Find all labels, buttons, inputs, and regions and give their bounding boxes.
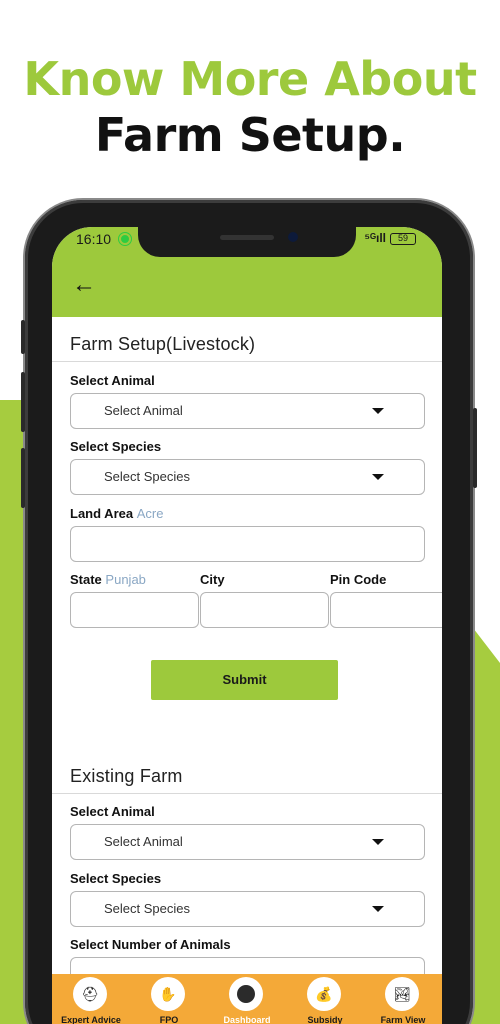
- nav-fpo[interactable]: ✋ FPO: [130, 974, 208, 1024]
- select-animal-label: Select Animal: [70, 373, 155, 388]
- farm-setup-title: Farm Setup(Livestock): [70, 334, 256, 354]
- phone-volume-up: [21, 372, 25, 432]
- speaker-grille: [220, 235, 274, 240]
- phone-volume-down: [21, 448, 25, 508]
- land-area-hint: Acre: [136, 506, 164, 521]
- pin-code-label: Pin Code: [330, 572, 387, 587]
- nav-label: Subsidy: [307, 1015, 343, 1024]
- select-species-label: Select Species: [70, 439, 162, 454]
- nav-dashboard[interactable]: Dashboard: [208, 974, 286, 1024]
- nav-farm-view[interactable]: 🏞 Farm View: [364, 974, 442, 1024]
- dropdown-caret-icon: [372, 839, 384, 845]
- section-divider: [52, 793, 442, 794]
- nav-label: FPO: [159, 1015, 179, 1024]
- dashboard-icon: [229, 977, 263, 1011]
- nav-subsidy[interactable]: 💰 Subsidy: [286, 974, 364, 1024]
- app-header: 16:10 ⁵ᴳıll 59 ←: [52, 227, 442, 317]
- headline-line-2: Farm Setup.: [94, 108, 406, 162]
- state-label-text: State: [70, 572, 102, 587]
- land-area-label: Land Area Acre: [70, 506, 163, 521]
- submit-button[interactable]: Submit: [151, 660, 338, 700]
- bottom-navigation: ⛑ Expert Advice ✋ FPO Dashboard 💰 Subsid…: [52, 974, 442, 1024]
- land-area-input[interactable]: [70, 526, 425, 562]
- nav-label: Dashboard: [223, 1015, 271, 1024]
- app-screen: 16:10 ⁵ᴳıll 59 ← Farm Setup(Livestock) S…: [52, 227, 442, 1024]
- signal-icon: ⁵ᴳıll: [364, 231, 386, 245]
- status-indicator-icon: [119, 233, 131, 245]
- existing-select-species-value: Select Species: [104, 901, 190, 916]
- farm-view-icon: 🏞: [385, 977, 419, 1011]
- battery-icon: 59: [390, 233, 416, 245]
- headline-line-1: Know More About: [23, 52, 477, 106]
- money-bag-icon: 💰: [307, 977, 341, 1011]
- select-animal-dropdown[interactable]: Select Animal: [70, 393, 425, 429]
- phone-power-button: [473, 408, 477, 488]
- existing-select-animal-label: Select Animal: [70, 804, 155, 819]
- phone-notch: [138, 227, 356, 257]
- existing-select-animal-dropdown[interactable]: Select Animal: [70, 824, 425, 860]
- existing-select-animal-value: Select Animal: [104, 834, 183, 849]
- phone-side-button: [21, 320, 25, 354]
- nav-label: Farm View: [380, 1015, 426, 1024]
- front-camera-icon: [288, 232, 298, 242]
- nav-expert-advice[interactable]: ⛑ Expert Advice: [52, 974, 130, 1024]
- land-area-label-text: Land Area: [70, 506, 134, 521]
- existing-farm-title: Existing Farm: [70, 766, 183, 786]
- dropdown-caret-icon: [372, 408, 384, 414]
- select-number-animals-label: Select Number of Animals: [70, 937, 231, 952]
- city-input[interactable]: [200, 592, 329, 628]
- nav-label: Expert Advice: [61, 1015, 121, 1024]
- hand-coin-icon: ✋: [151, 977, 185, 1011]
- back-arrow-icon[interactable]: ←: [72, 271, 96, 299]
- existing-select-species-dropdown[interactable]: Select Species: [70, 891, 425, 927]
- select-species-dropdown[interactable]: Select Species: [70, 459, 425, 495]
- status-time: 16:10: [76, 231, 112, 247]
- state-hint: Punjab: [105, 572, 146, 587]
- state-input[interactable]: [70, 592, 199, 628]
- dropdown-caret-icon: [372, 474, 384, 480]
- section-divider: [52, 361, 442, 362]
- city-label: City: [200, 572, 225, 587]
- existing-select-species-label: Select Species: [70, 871, 162, 886]
- expert-advice-icon: ⛑: [73, 977, 107, 1011]
- pin-code-input[interactable]: [330, 592, 442, 628]
- select-species-value: Select Species: [104, 469, 190, 484]
- state-label: State Punjab: [70, 572, 146, 587]
- dropdown-caret-icon: [372, 906, 384, 912]
- select-animal-value: Select Animal: [104, 403, 183, 418]
